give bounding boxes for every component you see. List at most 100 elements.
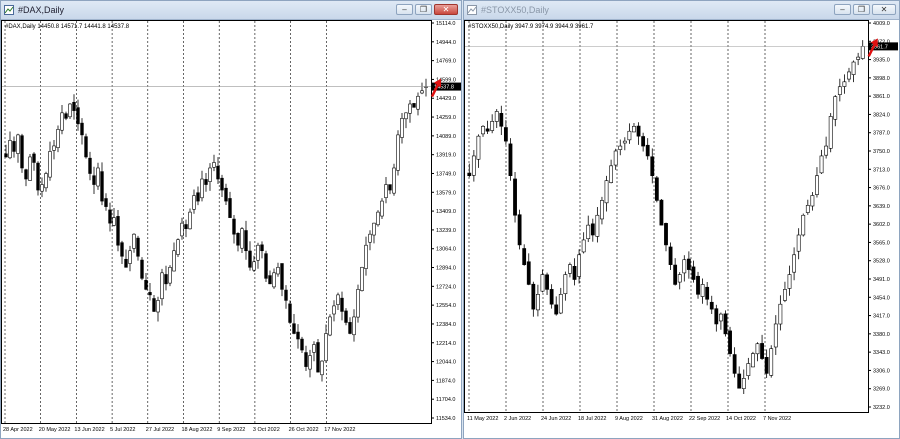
candle-body	[140, 259, 144, 279]
candle-body	[20, 135, 24, 169]
candle-body	[718, 313, 723, 322]
y-tick-label: 13409.0	[436, 209, 456, 215]
dax-candlestick-chart[interactable]: #DAX,Daily 14450.8 14571.7 14441.8 14537…	[1, 20, 461, 438]
candle-body	[513, 178, 517, 216]
candle-body	[746, 363, 751, 376]
candle-body	[408, 103, 412, 114]
candle-body	[100, 171, 104, 202]
y-tick-label: 3565.0	[873, 240, 890, 246]
restore-button[interactable]: ❐	[415, 4, 432, 15]
candle-body	[260, 244, 264, 252]
chart-header: #DAX,Daily 14450.8 14571.7 14441.8 14537…	[5, 24, 130, 30]
chart-window-icon	[467, 5, 477, 15]
y-tick-label: 3602.0	[873, 222, 890, 228]
candle-body	[200, 178, 204, 199]
candle-body	[837, 86, 842, 95]
candle-body	[76, 107, 80, 125]
y-tick-label: 13239.0	[436, 228, 456, 234]
candle-body	[741, 378, 746, 389]
candle-body	[300, 338, 304, 351]
candle-body	[467, 172, 472, 177]
candle-body	[384, 184, 388, 199]
dax-chart-window[interactable]: #DAX,Daily – ❐ ✕ #DAX,Daily 14450.8 1457…	[0, 0, 462, 439]
candle-body	[92, 175, 96, 185]
candle-body	[490, 121, 495, 131]
y-tick-label: 3343.0	[873, 350, 890, 356]
y-tick-label: 3787.0	[873, 131, 890, 137]
dax-titlebar[interactable]: #DAX,Daily – ❐ ✕	[1, 1, 461, 20]
candle-body	[769, 348, 774, 376]
candle-body	[618, 145, 623, 150]
candle-body	[208, 167, 212, 182]
candle-body	[668, 246, 673, 265]
y-tick-label: 4009.0	[873, 21, 890, 27]
candle-body	[645, 144, 650, 157]
y-tick-label: 3306.0	[873, 368, 890, 374]
stoxx-candlestick-chart[interactable]: #STOXX50,Daily 3947.9 3974.9 3944.9 3961…	[464, 20, 899, 438]
candle-body	[24, 169, 28, 180]
candle-body	[412, 103, 416, 108]
y-tick-label: 11534.0	[436, 416, 455, 422]
candle-body	[549, 289, 554, 305]
y-tick-label: 3232.0	[873, 405, 890, 411]
candle-body	[590, 223, 595, 236]
restore-button[interactable]: ❐	[853, 4, 870, 15]
x-tick-label: 9 Sep 2022	[217, 427, 245, 433]
y-tick-label: 3380.0	[873, 332, 890, 338]
candle-body	[268, 275, 272, 285]
stoxx-chart-window[interactable]: #STOXX50,Daily – ❐ ✕ #STOXX50,Daily 3947…	[463, 0, 900, 439]
x-tick-label: 22 Sep 2022	[689, 416, 720, 422]
x-tick-label: 13 Jun 2022	[74, 427, 104, 433]
candle-body	[256, 244, 260, 261]
candle-body	[586, 224, 591, 240]
stoxx-titlebar[interactable]: #STOXX50,Daily – ❐ ✕	[464, 1, 899, 20]
candle-body	[104, 198, 108, 207]
y-tick-label: 3269.0	[873, 387, 890, 393]
candle-body	[531, 283, 536, 310]
candle-body	[356, 289, 360, 318]
x-tick-label: 26 Oct 2022	[289, 427, 319, 433]
candle-body	[508, 143, 513, 177]
candle-body	[352, 316, 356, 336]
candle-body	[112, 217, 116, 226]
candle-body	[60, 112, 64, 131]
candle-body	[664, 223, 668, 246]
candle-body	[164, 274, 168, 285]
close-button[interactable]: ✕	[872, 4, 896, 15]
candle-body	[296, 331, 300, 340]
candle-body	[517, 214, 522, 246]
candle-body	[764, 357, 769, 374]
candle-body	[32, 153, 36, 163]
candle-body	[600, 200, 604, 220]
candle-body	[654, 177, 659, 201]
candle-body	[792, 254, 796, 273]
y-tick-label: 3639.0	[873, 204, 890, 210]
candle-body	[220, 177, 224, 191]
window-title: #STOXX50,Daily	[481, 5, 549, 15]
candle-body	[545, 274, 549, 290]
candle-body	[184, 224, 188, 229]
candle-body	[80, 122, 84, 136]
close-button[interactable]: ✕	[434, 4, 458, 15]
candle-body	[72, 101, 76, 111]
x-tick-label: 31 Aug 2022	[652, 416, 683, 422]
candle-body	[677, 274, 682, 283]
candle-body	[316, 342, 320, 373]
minimize-button[interactable]: –	[396, 4, 413, 15]
y-tick-label: 3750.0	[873, 149, 890, 155]
minimize-button[interactable]: –	[834, 4, 851, 15]
candle-body	[360, 266, 364, 291]
candle-body	[773, 323, 778, 348]
candle-body	[372, 222, 376, 236]
candle-body	[228, 198, 232, 218]
candle-body	[801, 214, 806, 236]
candle-body	[40, 184, 44, 192]
y-tick-label: 13749.0	[436, 171, 456, 177]
y-tick-label: 3898.0	[873, 76, 890, 82]
candle-body	[120, 242, 124, 257]
candle-body	[503, 127, 508, 142]
candle-body	[856, 56, 861, 60]
candle-body	[336, 294, 340, 305]
candle-body	[44, 173, 48, 189]
candle-body	[568, 264, 572, 274]
